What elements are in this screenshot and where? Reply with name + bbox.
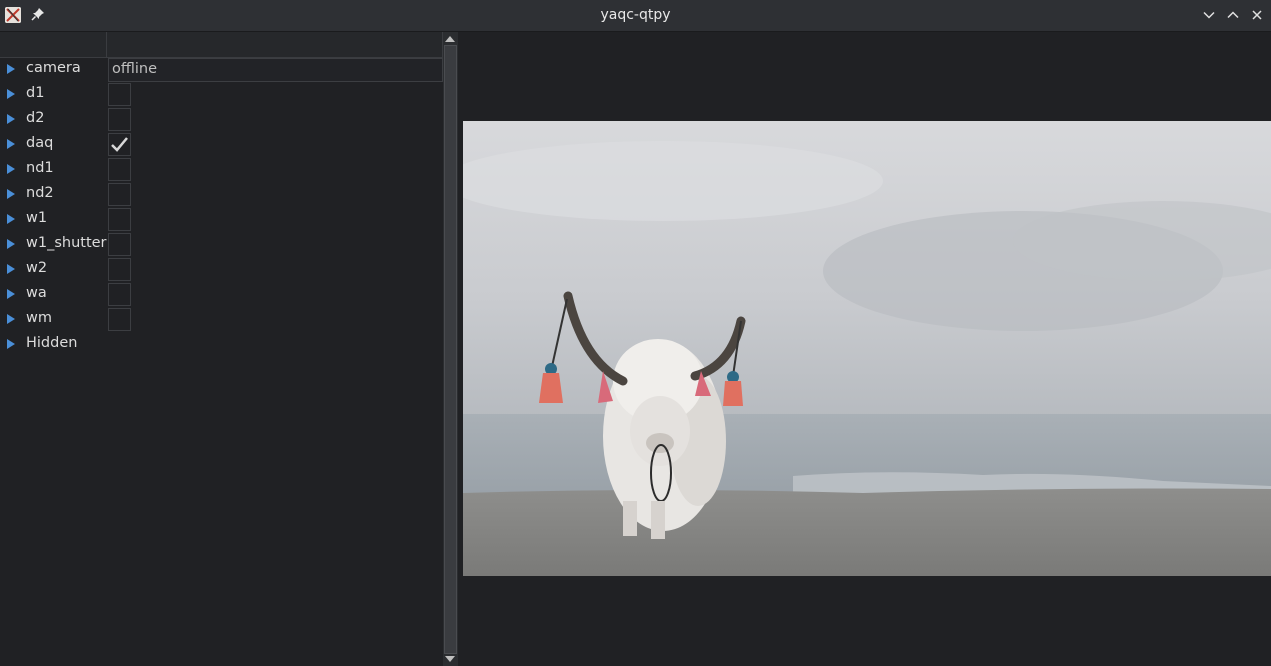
tree-row-daq[interactable]: daq [0,132,443,157]
expand-arrow-icon[interactable] [7,139,15,149]
device-tree: camera offline d1 d2 daq nd1 nd2 w1 w1_shutter w2… [0,32,443,666]
expand-arrow-icon[interactable] [7,189,15,199]
tree-row-checkbox[interactable] [108,183,131,206]
tree-row-label: nd1 [26,160,54,176]
expand-arrow-icon[interactable] [7,289,15,299]
tree-row-hidden[interactable]: Hidden [0,332,443,357]
close-icon[interactable] [1250,8,1264,22]
tree-row-label: w2 [26,260,48,276]
expand-arrow-icon[interactable] [7,114,15,124]
tree-row-label: wm [26,310,52,326]
camera-image [463,121,1271,576]
tree-row-wa[interactable]: wa [0,282,443,307]
tree-row-w2[interactable]: w2 [0,257,443,282]
tree-row-label: Hidden [26,335,78,351]
scroll-thumb[interactable] [444,45,457,654]
tree-header-name-column[interactable] [0,32,107,57]
tree-row-checkbox[interactable] [108,258,131,281]
vertical-scrollbar[interactable] [443,32,458,666]
tree-row-checkbox[interactable] [108,233,131,256]
chevron-down-icon[interactable] [1202,8,1216,22]
tree-row-label: nd2 [26,185,54,201]
tree-row-checkbox[interactable] [108,283,131,306]
tree-row-label: camera [26,60,81,76]
tree-row-value-field[interactable]: offline [108,58,443,82]
tree-header-value-column[interactable] [107,32,443,57]
checkmark-icon [111,137,128,152]
tree-row-checkbox[interactable] [108,83,131,106]
tree-header [0,32,443,58]
tree-row-checkbox[interactable] [108,308,131,331]
tree-row-value-text: offline [112,61,158,77]
tree-row-checkbox[interactable] [108,158,131,181]
tree-row-nd2[interactable]: nd2 [0,182,443,207]
expand-arrow-icon[interactable] [7,314,15,324]
expand-arrow-icon[interactable] [7,64,15,74]
expand-arrow-icon[interactable] [7,239,15,249]
tree-row-d2[interactable]: d2 [0,107,443,132]
expand-arrow-icon[interactable] [7,164,15,174]
tree-row-camera[interactable]: camera offline [0,57,443,82]
tree-row-label: d2 [26,110,45,126]
expand-arrow-icon[interactable] [7,214,15,224]
tree-row-d1[interactable]: d1 [0,82,443,107]
tree-row-label: w1_shutter [26,235,107,251]
tree-row-label: d1 [26,85,45,101]
expand-arrow-icon[interactable] [7,264,15,274]
chevron-up-icon[interactable] [1226,8,1240,22]
window-titlebar: yaqc-qtpy [0,0,1271,32]
tree-row-checkbox[interactable] [108,208,131,231]
expand-arrow-icon[interactable] [7,89,15,99]
tree-row-label: w1 [26,210,48,226]
window-title: yaqc-qtpy [600,7,671,23]
tree-row-checkbox[interactable] [108,133,131,156]
tree-row-label: daq [26,135,54,151]
tree-row-checkbox[interactable] [108,108,131,131]
tree-row-w1_shutter[interactable]: w1_shutter [0,232,443,257]
expand-arrow-icon[interactable] [7,339,15,349]
tree-row-w1[interactable]: w1 [0,207,443,232]
scroll-down-arrow-icon[interactable] [445,656,455,662]
scroll-up-arrow-icon[interactable] [445,36,455,42]
tree-row-wm[interactable]: wm [0,307,443,332]
tree-row-nd1[interactable]: nd1 [0,157,443,182]
tree-row-label: wa [26,285,47,301]
